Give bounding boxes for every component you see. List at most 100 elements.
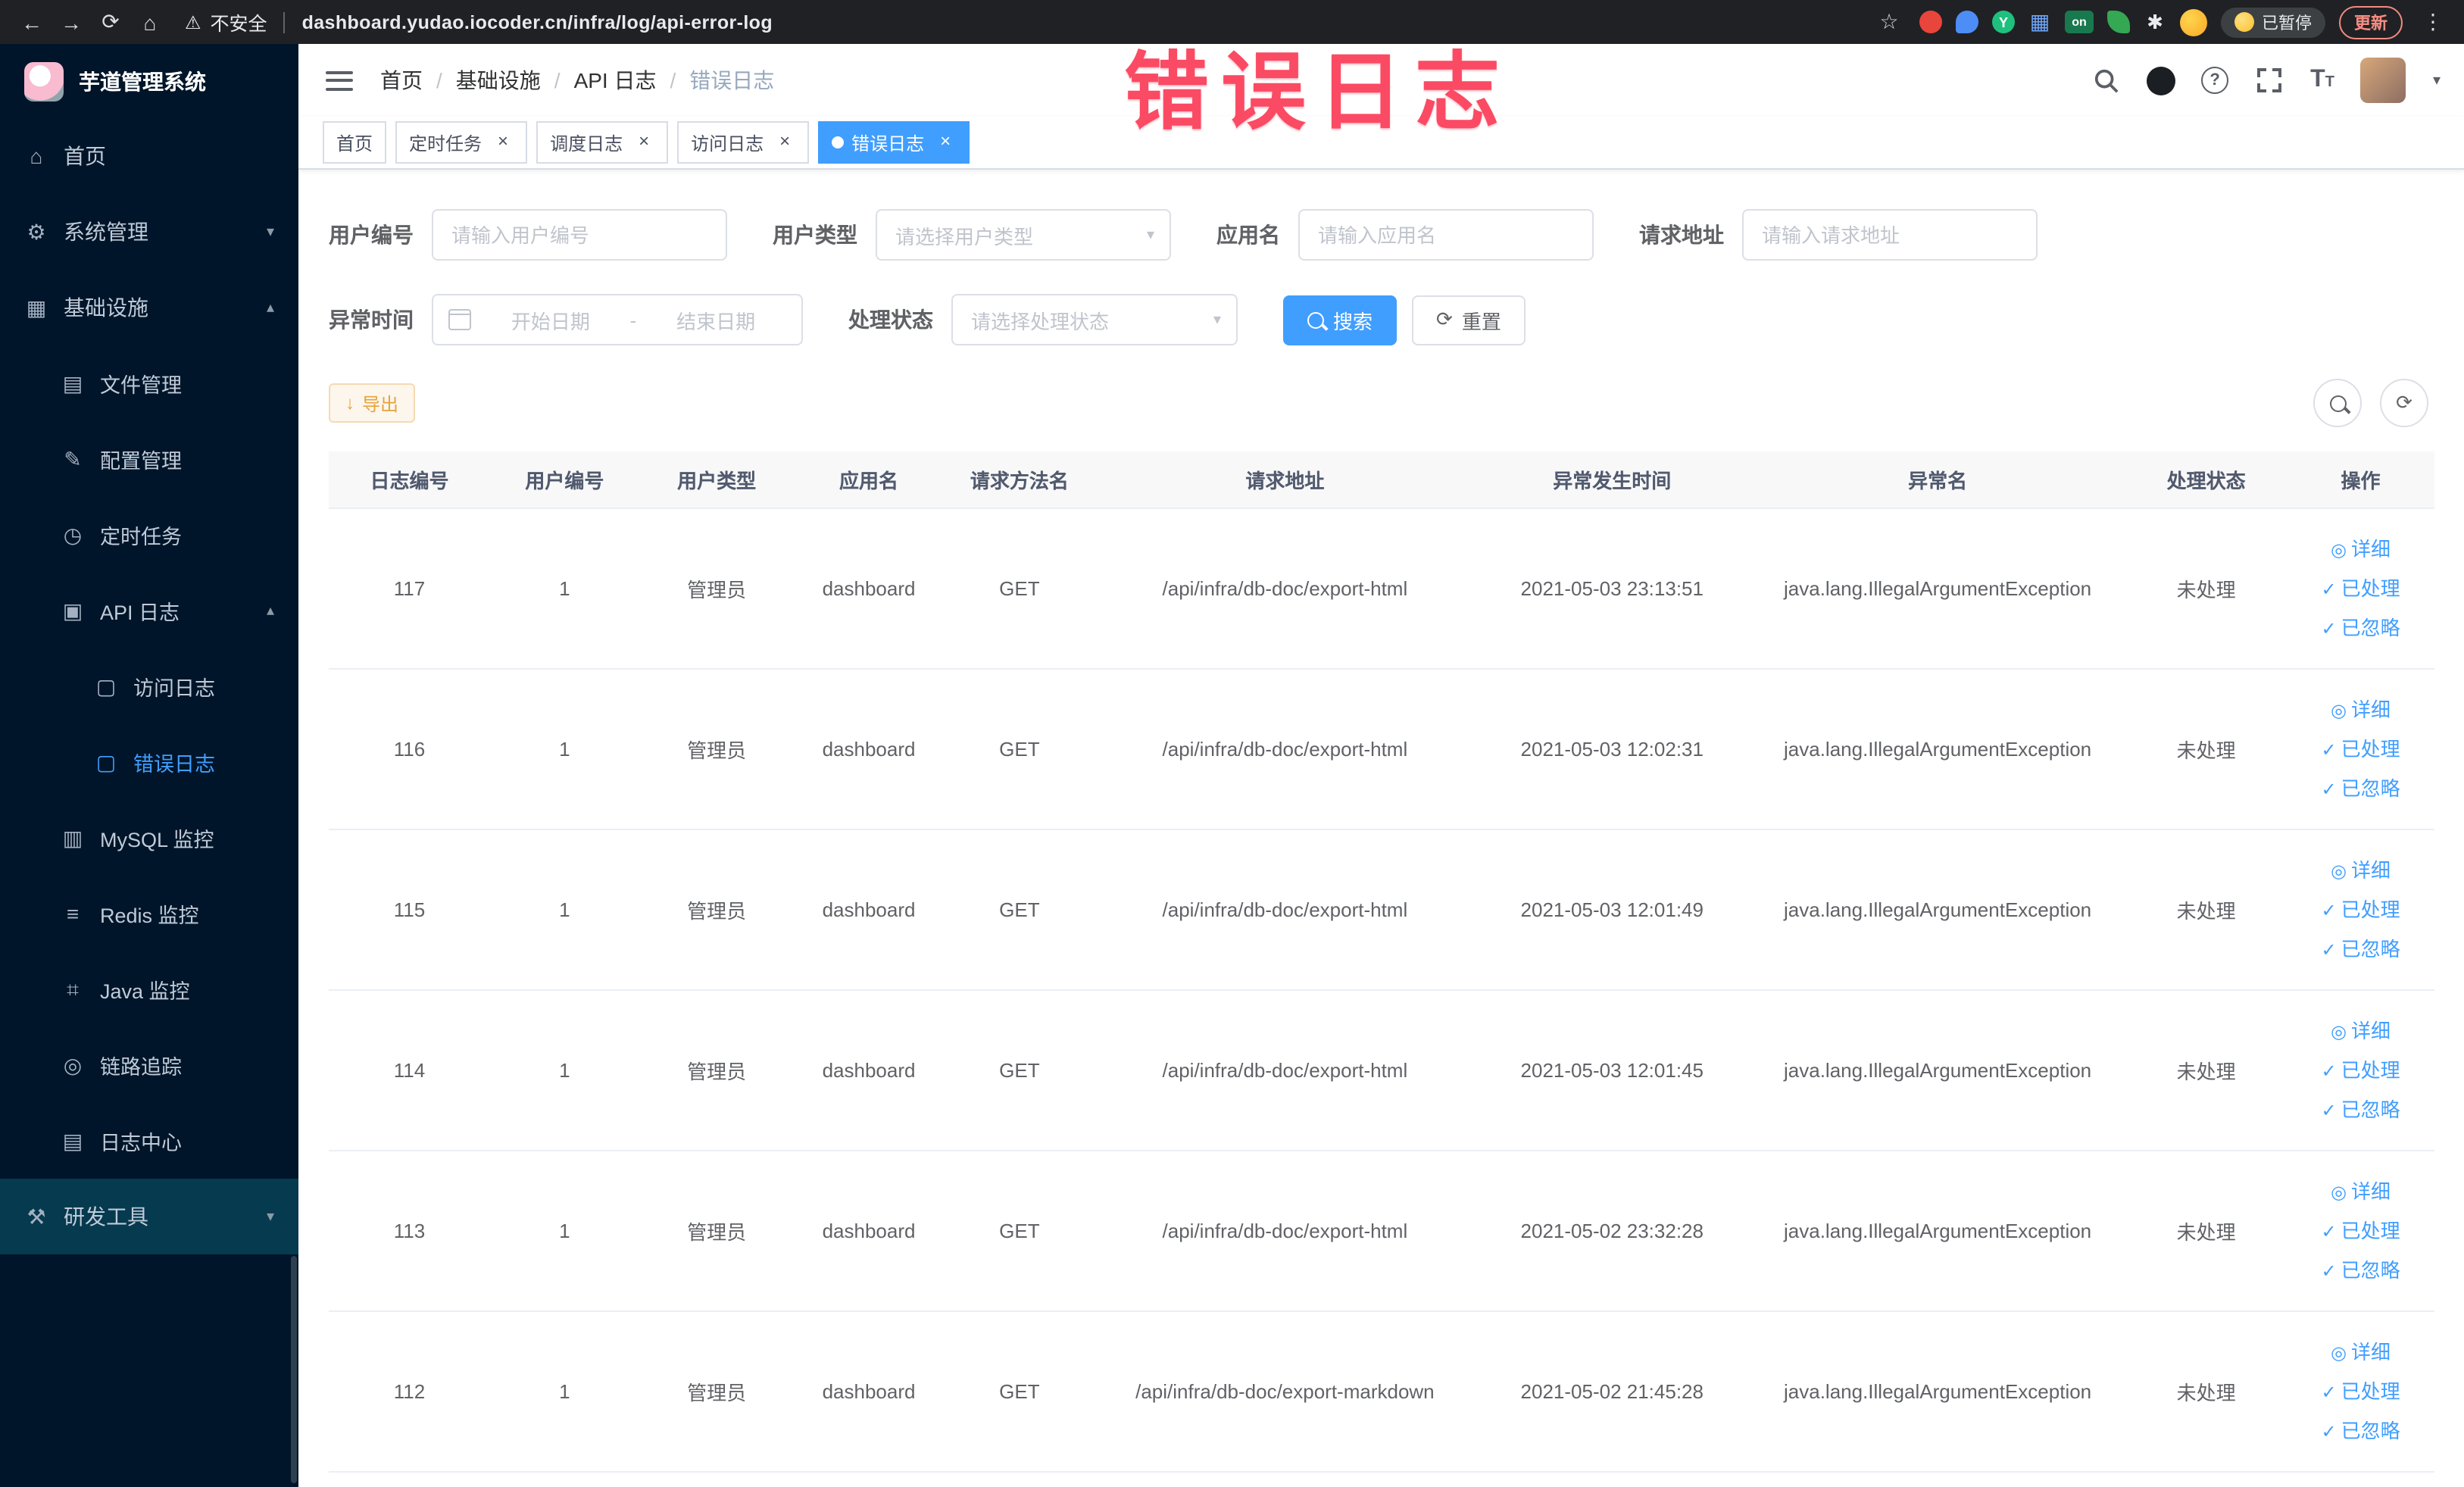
menu-label: 文件管理: [100, 374, 182, 397]
reset-button[interactable]: ⟳ 重置: [1412, 295, 1526, 345]
bookmark-star-icon[interactable]: ☆: [1872, 9, 1906, 35]
help-icon[interactable]: ?: [2201, 67, 2229, 94]
ignored-link[interactable]: ✓ 已忽略: [2321, 1411, 2400, 1451]
cell-method: GET: [943, 990, 1096, 1151]
sidebar-item-java[interactable]: ⌗ Java 监控: [0, 951, 298, 1027]
processed-link[interactable]: ✓ 已处理: [2321, 1051, 2400, 1090]
sidebar-item-job[interactable]: ◷ 定时任务: [0, 497, 298, 573]
sidebar-item-infra[interactable]: ▦ 基础设施 ▴: [0, 270, 298, 345]
refresh-button[interactable]: ⟳: [2380, 379, 2428, 427]
close-icon[interactable]: ×: [935, 131, 956, 153]
url-text: dashboard.yudao.iocoder.cn/infra/log/api…: [301, 11, 773, 33]
process-status-select[interactable]: 请选择处理状态 ▾: [951, 294, 1238, 345]
export-button[interactable]: ↓ 导出: [329, 383, 416, 423]
font-size-icon[interactable]: TT: [2310, 67, 2334, 94]
toggle-search-button[interactable]: [2313, 379, 2362, 427]
browser-profile-avatar[interactable]: [2180, 8, 2207, 36]
caret-down-icon[interactable]: ▾: [2433, 72, 2441, 89]
close-icon[interactable]: ×: [633, 131, 654, 153]
processed-link[interactable]: ✓ 已处理: [2321, 569, 2400, 608]
cell-request-url: /api/infra/db-doc/export-markdown: [1095, 1311, 1475, 1473]
extension-y-icon[interactable]: Y: [1992, 11, 2015, 33]
github-icon[interactable]: [2147, 66, 2176, 95]
detail-link[interactable]: ◎ 详细: [2331, 690, 2391, 729]
sidebar-item-home[interactable]: ⌂ 首页: [0, 118, 298, 194]
sidebar-item-redis[interactable]: ≡ Redis 监控: [0, 876, 298, 951]
forward-icon[interactable]: →: [55, 10, 88, 34]
extension-drop-icon[interactable]: [1956, 11, 1978, 33]
processed-link[interactable]: ✓ 已处理: [2321, 729, 2400, 769]
tab-job-log[interactable]: 调度日志 ×: [536, 121, 669, 164]
col-request-url: 请求地址: [1095, 451, 1475, 509]
sidebar-item-trace[interactable]: ◎ 链路追踪: [0, 1027, 298, 1103]
search-button[interactable]: 搜索: [1283, 295, 1398, 345]
sidebar-item-file[interactable]: ▤ 文件管理: [0, 345, 298, 421]
extension-grid-icon[interactable]: ▦: [2028, 9, 2051, 33]
update-button[interactable]: 更新: [2339, 5, 2403, 39]
detail-link[interactable]: ◎ 详细: [2331, 530, 2391, 569]
request-url-input[interactable]: [1742, 209, 2038, 261]
check-icon: ✓: [2321, 899, 2337, 920]
app-name-input[interactable]: [1298, 209, 1594, 261]
hamburger-icon[interactable]: [326, 70, 353, 90]
extension-red-icon[interactable]: [1919, 11, 1942, 33]
date-range-picker[interactable]: 开始日期 - 结束日期: [432, 294, 803, 345]
cell-exception-name: java.lang.IllegalArgumentException: [1750, 669, 2126, 830]
user-avatar[interactable]: [2359, 58, 2406, 103]
search-icon[interactable]: [2091, 65, 2121, 95]
filter-label: 用户类型: [773, 223, 857, 247]
sidebar-item-mysql[interactable]: ▥ MySQL 监控: [0, 800, 298, 876]
sidebar-item-config[interactable]: ✎ 配置管理: [0, 421, 298, 497]
sidebar-item-system[interactable]: ⚙ 系统管理 ▾: [0, 194, 298, 270]
cell-request-url: /api/infra/db-doc/export-html: [1095, 508, 1475, 670]
user-type-select[interactable]: 请选择用户类型 ▾: [876, 209, 1171, 261]
ignored-link[interactable]: ✓ 已忽略: [2321, 929, 2400, 969]
processed-link[interactable]: ✓ 已处理: [2321, 1372, 2400, 1411]
api-log-icon: ▣: [62, 598, 83, 622]
paused-pill-button[interactable]: 已暂停: [2221, 7, 2325, 37]
sidebar-scrollbar[interactable]: [291, 1256, 297, 1483]
user-id-input[interactable]: [432, 209, 727, 261]
tab-error-log[interactable]: 错误日志 ×: [818, 121, 970, 164]
breadcrumb-api-log[interactable]: API 日志: [574, 65, 657, 95]
table-row: 113 1 管理员 dashboard GET /api/infra/db-do…: [329, 1151, 2434, 1312]
detail-link[interactable]: ◎ 详细: [2331, 1332, 2391, 1372]
sidebar-item-error-log[interactable]: ▢ 错误日志: [0, 724, 298, 800]
app-logo[interactable]: 芋道管理系统: [0, 44, 298, 118]
sidebar-item-dev-tools[interactable]: ⚒ 研发工具 ▾: [0, 1179, 298, 1254]
ignored-link[interactable]: ✓ 已忽略: [2321, 769, 2400, 808]
check-icon: ✓: [2321, 778, 2337, 799]
sidebar-item-access-log[interactable]: ▢ 访问日志: [0, 648, 298, 724]
redis-icon: ≡: [66, 901, 80, 926]
processed-link[interactable]: ✓ 已处理: [2321, 1211, 2400, 1251]
ignored-label: 已忽略: [2341, 1419, 2400, 1442]
breadcrumb-infra[interactable]: 基础设施: [456, 65, 541, 95]
detail-link[interactable]: ◎ 详细: [2331, 1011, 2391, 1051]
address-bar[interactable]: ⚠ 不安全 dashboard.yudao.iocoder.cn/infra/l…: [185, 8, 773, 36]
reload-icon[interactable]: ⟳: [94, 9, 127, 35]
tab-access-log[interactable]: 访问日志 ×: [677, 121, 810, 164]
close-icon[interactable]: ×: [774, 131, 795, 153]
fullscreen-icon[interactable]: [2254, 65, 2284, 95]
ignored-link[interactable]: ✓ 已忽略: [2321, 1251, 2400, 1290]
extension-pinwheel-icon[interactable]: ✱: [2144, 10, 2166, 33]
tab-home[interactable]: 首页: [323, 121, 387, 164]
ignored-link[interactable]: ✓ 已忽略: [2321, 1090, 2400, 1129]
browser-menu-icon[interactable]: ⋮: [2416, 9, 2450, 35]
detail-link[interactable]: ◎ 详细: [2331, 1172, 2391, 1211]
col-process-status: 处理状态: [2125, 451, 2288, 509]
ignored-link[interactable]: ✓ 已忽略: [2321, 608, 2400, 648]
sidebar-item-log-center[interactable]: ▤ 日志中心: [0, 1103, 298, 1179]
extension-on-badge-icon[interactable]: on: [2065, 11, 2094, 33]
detail-link[interactable]: ◎ 详细: [2331, 851, 2391, 890]
cell-process-status: 未处理: [2125, 829, 2288, 991]
back-icon[interactable]: ←: [15, 10, 48, 34]
processed-link[interactable]: ✓ 已处理: [2321, 890, 2400, 929]
extension-leaf-icon[interactable]: [2107, 11, 2130, 33]
breadcrumb-home[interactable]: 首页: [380, 65, 423, 95]
browser-home-icon[interactable]: ⌂: [133, 10, 167, 34]
sidebar-item-api-log[interactable]: ▣ API 日志 ▴: [0, 573, 298, 648]
cell-user-id: 1: [489, 1151, 639, 1312]
tab-job[interactable]: 定时任务 ×: [395, 121, 528, 164]
close-icon[interactable]: ×: [492, 131, 514, 153]
